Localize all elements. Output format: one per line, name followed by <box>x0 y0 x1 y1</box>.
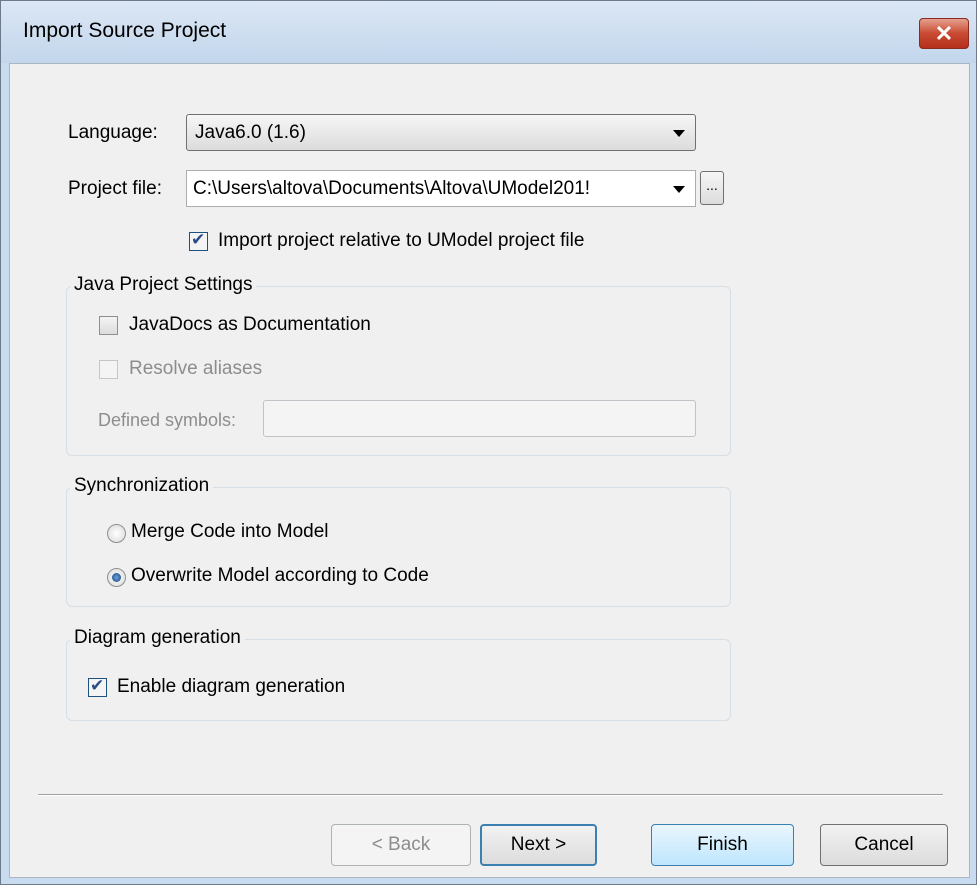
dialog-window: Import Source Project ✕ Language: Java6.… <box>0 0 977 885</box>
language-value: Java6.0 (1.6) <box>195 122 306 143</box>
chevron-down-icon <box>673 130 685 137</box>
import-relative-label[interactable]: Import project relative to UModel projec… <box>218 230 584 252</box>
next-button[interactable]: Next > <box>480 824 597 866</box>
diagram-generation-title: Diagram generation <box>70 627 245 649</box>
cancel-button[interactable]: Cancel <box>820 824 948 866</box>
finish-button[interactable]: Finish <box>651 824 794 866</box>
overwrite-model-label[interactable]: Overwrite Model according to Code <box>131 565 429 587</box>
enable-diagram-checkbox[interactable] <box>88 676 107 697</box>
javadocs-checkbox[interactable] <box>99 316 118 335</box>
dialog-title: Import Source Project <box>23 19 227 42</box>
overwrite-model-radio[interactable] <box>107 568 126 587</box>
close-button[interactable]: ✕ <box>919 18 969 49</box>
import-relative-checkbox[interactable] <box>189 230 208 251</box>
java-settings-title: Java Project Settings <box>70 274 257 296</box>
defined-symbols-input[interactable] <box>263 400 696 437</box>
resolve-aliases-label: Resolve aliases <box>129 358 263 379</box>
browse-button[interactable]: ... <box>700 171 724 205</box>
defined-symbols-label: Defined symbols: <box>98 410 237 430</box>
project-file-combo[interactable]: C:\Users\altova\Documents\Altova\UModel2… <box>186 170 696 207</box>
chevron-down-icon[interactable] <box>673 186 685 193</box>
project-file-label: Project file: <box>68 178 162 199</box>
project-file-value: C:\Users\altova\Documents\Altova\UModel2… <box>193 178 591 199</box>
synchronization-group <box>66 487 731 607</box>
javadocs-label[interactable]: JavaDocs as Documentation <box>129 314 371 336</box>
resolve-aliases-checkbox[interactable] <box>99 360 118 379</box>
back-button[interactable]: < Back <box>331 824 471 866</box>
title-bar[interactable]: Import Source Project ✕ <box>1 1 976 63</box>
synchronization-title: Synchronization <box>70 475 214 497</box>
merge-code-radio[interactable] <box>107 524 126 543</box>
language-label: Language: <box>68 122 158 143</box>
separator <box>38 794 943 796</box>
merge-code-label[interactable]: Merge Code into Model <box>131 521 329 543</box>
enable-diagram-label[interactable]: Enable diagram generation <box>117 676 345 698</box>
close-icon: ✕ <box>934 21 954 46</box>
dialog-body: Language: Java6.0 (1.6) Project file: C:… <box>9 63 970 878</box>
language-select[interactable]: Java6.0 (1.6) <box>186 114 696 151</box>
